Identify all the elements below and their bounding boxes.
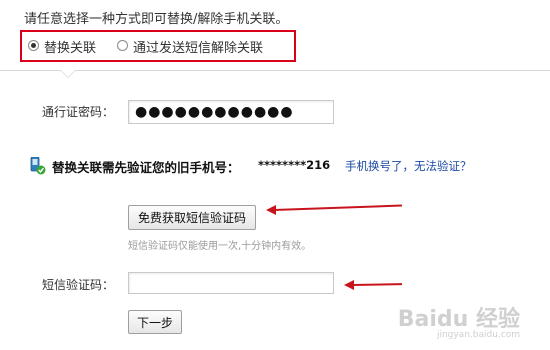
masked-phone-number: ********216 (258, 158, 331, 172)
watermark-url: jingyan.baidu.com (436, 330, 520, 340)
radio-label-replace[interactable]: 替换关联 (44, 37, 96, 56)
watermark-logo: Baidu 经验 (397, 307, 520, 332)
sms-code-label: 短信验证码： (42, 278, 115, 292)
radio-label-sms-unlink[interactable]: 通过发送短信解除关联 (133, 37, 263, 56)
phone-changed-link[interactable]: 手机换号了，无法验证？ (345, 158, 472, 174)
sms-code-input[interactable] (128, 272, 334, 294)
baidu-jingyan-watermark: Baidu 经验 jingyan.baidu.com (398, 309, 520, 340)
password-input[interactable]: ●●●●●●●●●●●● (128, 100, 334, 124)
annotation-arrow-line-2 (351, 283, 403, 286)
sms-code-note: 短信验证码仅能使用一次,十分钟内有效。 (128, 241, 312, 252)
password-label: 通行证密码： (42, 105, 115, 119)
next-step-button[interactable]: 下一步 (128, 310, 182, 334)
radio-replace-association[interactable] (28, 40, 39, 51)
section-divider (0, 70, 550, 71)
get-sms-code-button[interactable]: 免费获取短信验证码 (128, 205, 256, 230)
intro-text: 请任意选择一种方式即可替换/解除手机关联。 (24, 12, 289, 27)
annotation-arrow-head-2 (344, 280, 354, 290)
phone-verified-icon (30, 156, 46, 175)
verify-old-phone-title: 替换关联需先验证您的旧手机号： (52, 160, 240, 175)
annotation-arrow-line (273, 204, 402, 211)
radio-sms-unlink[interactable] (117, 40, 128, 51)
annotation-arrow-head (266, 205, 276, 215)
